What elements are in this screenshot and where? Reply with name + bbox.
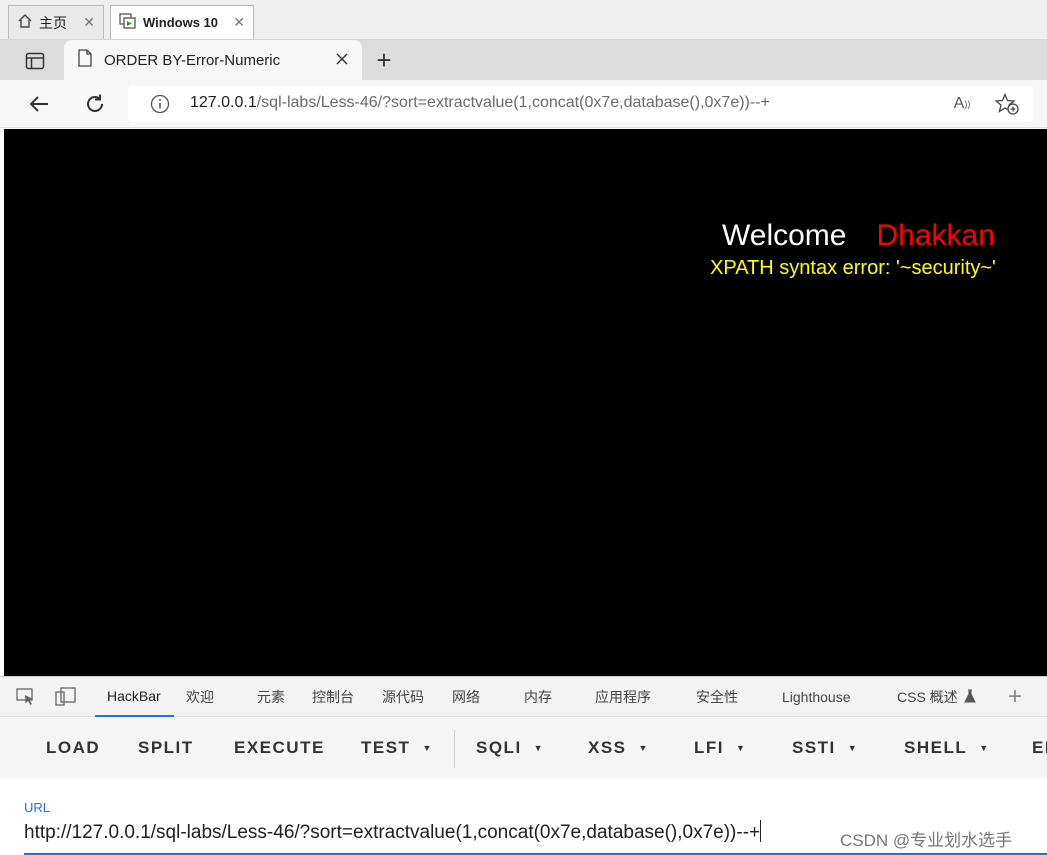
home-icon (17, 13, 33, 32)
page-icon (78, 49, 92, 71)
vm-tab-label: Windows 10 (143, 15, 219, 30)
tab-css-overview-label: CSS 概述 (897, 689, 958, 705)
flask-icon (963, 689, 976, 706)
device-emulation-icon[interactable] (54, 686, 78, 708)
caret-down-icon: ▼ (533, 743, 545, 753)
tab-application[interactable]: 应用程序 (595, 677, 651, 717)
text-cursor (760, 820, 762, 842)
hackbar-url-panel: URL http://127.0.0.1/sql-labs/Less-46/?s… (0, 778, 1047, 855)
ssti-menu-button[interactable]: SSTI ▼ (792, 718, 858, 778)
url-input[interactable]: http://127.0.0.1/sql-labs/Less-46/?sort=… (24, 820, 762, 844)
lfi-menu-button[interactable]: LFI ▼ (694, 718, 746, 778)
tab-memory[interactable]: 内存 (524, 677, 552, 717)
lfi-label: LFI (694, 738, 724, 757)
browser-tab-active[interactable]: ORDER BY-Error-Numeric (64, 40, 362, 80)
xss-menu-button[interactable]: XSS ▼ (588, 718, 649, 778)
address-bar[interactable]: 127.0.0.1/sql-labs/Less-46/?sort=extract… (128, 86, 1033, 122)
tab-network[interactable]: 网络 (452, 677, 480, 717)
caret-down-icon: ▼ (979, 743, 990, 753)
close-icon[interactable]: ✕ (83, 14, 95, 31)
close-icon[interactable] (336, 52, 348, 69)
split-button[interactable]: SPLIT (138, 718, 194, 778)
tab-console[interactable]: 控制台 (312, 677, 354, 717)
vm-tab-label: 主页 (39, 14, 67, 31)
vm-tab-bar: 主页 ✕ Windows 10 ✕ (0, 0, 1047, 40)
tab-sources[interactable]: 源代码 (382, 677, 424, 717)
sqli-label: SQLI (476, 738, 522, 757)
info-icon[interactable] (150, 94, 170, 119)
reload-button[interactable] (80, 90, 110, 118)
ssti-label: SSTI (792, 738, 836, 757)
tab-lighthouse[interactable]: Lighthouse (782, 677, 851, 717)
test-menu-button[interactable]: TEST ▼ (361, 718, 433, 778)
add-tab-icon[interactable]: + (1008, 683, 1022, 711)
devtools-panel: HackBar 欢迎 元素 控制台 源代码 网络 内存 应用程序 安全性 Lig… (0, 676, 1047, 855)
address-row: 127.0.0.1/sql-labs/Less-46/?sort=extract… (0, 80, 1047, 128)
tab-security[interactable]: 安全性 (696, 677, 738, 717)
caret-down-icon: ▼ (638, 743, 649, 753)
new-tab-button[interactable]: + (370, 45, 398, 75)
tab-hackbar[interactable]: HackBar (95, 677, 174, 717)
devtools-tab-bar: HackBar 欢迎 元素 控制台 源代码 网络 内存 应用程序 安全性 Lig… (0, 677, 1047, 717)
welcome-heading: Welcome Dhakkan (722, 219, 995, 253)
refresh-icon (87, 94, 103, 112)
encoding-menu-button[interactable]: EN (1032, 718, 1047, 778)
caret-down-icon: ▼ (736, 743, 747, 753)
shell-menu-button[interactable]: SHELL ▼ (904, 718, 990, 778)
user-name-text: Dhakkan (876, 219, 995, 252)
vm-icon (119, 13, 137, 32)
test-label: TEST (361, 738, 411, 757)
caret-down-icon: ▼ (847, 743, 859, 753)
watermark: CSDN @专业划水选手 (840, 831, 1013, 850)
browser-tab-strip: ORDER BY-Error-Numeric + (0, 40, 1047, 80)
add-favorite-icon[interactable] (994, 92, 1020, 116)
hackbar-toolbar: LOAD SPLIT EXECUTE TEST ▼ SQLI ▼ XSS ▼ LFI ▼… (0, 718, 1047, 778)
address-url[interactable]: 127.0.0.1/sql-labs/Less-46/?sort=extract… (190, 94, 770, 112)
read-aloud-icon[interactable]: A)) (950, 92, 974, 116)
error-message: XPATH syntax error: '~security~' (710, 257, 996, 279)
toolbar-divider (454, 730, 455, 768)
page-content: Welcome Dhakkan XPATH syntax error: '~sec… (4, 129, 1047, 676)
welcome-text: Welcome (722, 219, 847, 252)
load-button[interactable]: LOAD (46, 718, 100, 778)
tab-actions-icon[interactable] (18, 48, 52, 74)
tab-elements[interactable]: 元素 (257, 677, 285, 717)
xss-label: XSS (588, 738, 627, 757)
address-path: /sql-labs/Less-46/?sort=extractvalue(1,c… (256, 94, 770, 111)
execute-button[interactable]: EXECUTE (234, 718, 325, 778)
shell-label: SHELL (904, 738, 968, 757)
url-input-text: http://127.0.0.1/sql-labs/Less-46/?sort=… (24, 822, 761, 843)
tab-welcome[interactable]: 欢迎 (186, 677, 214, 717)
vm-tab-home[interactable]: 主页 ✕ (8, 5, 104, 39)
caret-down-icon: ▼ (422, 743, 433, 753)
inspect-element-icon[interactable] (14, 686, 38, 708)
sqli-menu-button[interactable]: SQLI ▼ (476, 718, 544, 778)
tab-title: ORDER BY-Error-Numeric (104, 51, 281, 69)
address-host: 127.0.0.1 (190, 94, 257, 111)
tab-css-overview[interactable]: CSS 概述 (897, 677, 976, 717)
url-field-label: URL (24, 800, 51, 815)
back-button[interactable] (24, 90, 54, 118)
arrow-left-icon (29, 96, 48, 112)
close-icon[interactable]: ✕ (233, 14, 245, 31)
vm-tab-windows[interactable]: Windows 10 ✕ (110, 5, 254, 39)
